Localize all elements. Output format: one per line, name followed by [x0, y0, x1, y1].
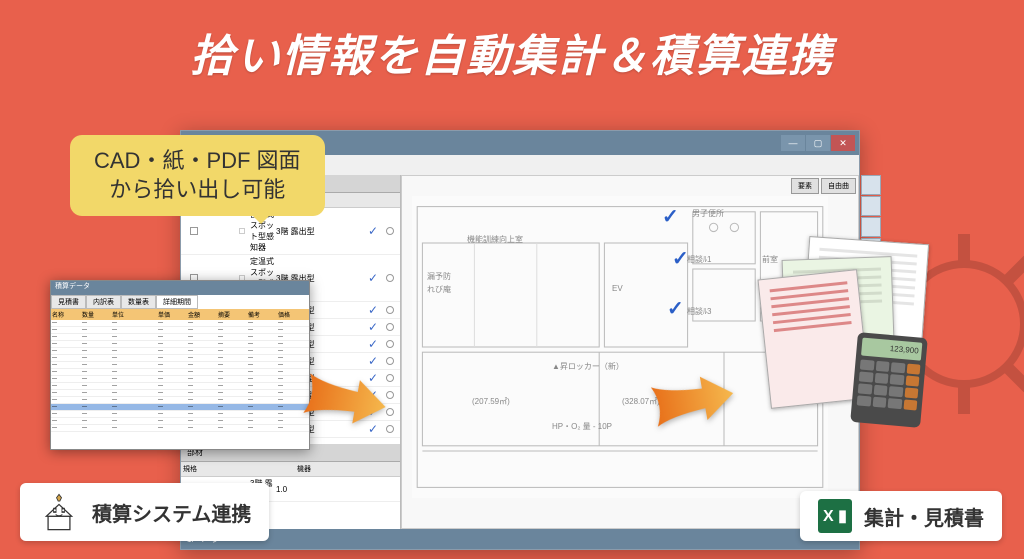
bubble-line2: から拾い出し可能 — [94, 176, 301, 205]
statusbar: 1: ページ — [181, 529, 859, 549]
table-row[interactable]: ———————— — [51, 327, 309, 334]
room-label-1: 機能訓練向上室 — [467, 234, 523, 245]
close-button[interactable]: ✕ — [831, 135, 855, 151]
table-row[interactable]: ———————— — [51, 411, 309, 418]
room-label-8: ▲昇ロッカー（新） — [552, 361, 624, 372]
tab-quantity[interactable]: 数量表 — [121, 295, 156, 309]
table-row[interactable]: ———————— — [51, 397, 309, 404]
arrow-left-icon — [294, 363, 395, 452]
table-row[interactable]: ———————— — [51, 376, 309, 383]
toolbar-element[interactable]: 要素 — [791, 178, 819, 194]
badge-right-label: 集計・見積書 — [864, 502, 984, 531]
mascot-icon — [38, 491, 80, 533]
badge-estimate-link: 積算システム連携 — [20, 483, 269, 541]
area-label-1: (207.59㎡) — [472, 396, 510, 407]
table-row[interactable]: ———————— — [51, 369, 309, 376]
arrow-right-icon — [644, 363, 745, 452]
minimize-button[interactable]: — — [781, 135, 805, 151]
maximize-button[interactable]: ▢ — [806, 135, 830, 151]
tool-button[interactable] — [861, 196, 881, 216]
toolbar-freecurve[interactable]: 自由曲 — [821, 178, 856, 194]
table-row[interactable]: ———————— — [51, 348, 309, 355]
tab-detail[interactable]: 詳細期間 — [156, 295, 198, 309]
table-row[interactable]: ———————— — [51, 334, 309, 341]
tab-breakdown[interactable]: 内訳表 — [86, 295, 121, 309]
checkmark-icon: ✓ — [667, 296, 684, 321]
tab-estimate[interactable]: 見積書 — [51, 295, 86, 309]
room-label-5: 相談ﾙ3 — [687, 306, 711, 317]
calculator-icon: 123,900 — [850, 332, 928, 428]
badge-excel: X ▮ 集計・見積書 — [800, 491, 1002, 541]
calc-display: 123,900 — [861, 338, 922, 361]
speech-bubble: CAD・紙・PDF 図面 から拾い出し可能 — [70, 135, 325, 216]
checkmark-icon: ✓ — [662, 204, 679, 229]
table-row[interactable]: ———————— — [51, 355, 309, 362]
estimate-cols: 名称数量単位単価金額摘要備考価格 — [51, 309, 309, 320]
badge-left-label: 積算システム連携 — [92, 498, 251, 527]
room-label-3: 漏予防 — [427, 271, 451, 282]
panel-bottom-cols: 規格 機器 — [181, 462, 400, 477]
estimate-title: 積算データ — [51, 281, 309, 295]
headline: 拾い情報を自動集計＆積算連携 — [0, 20, 1024, 84]
tool-button[interactable] — [861, 217, 881, 237]
table-row[interactable]: ———————— — [51, 418, 309, 425]
bottom-label: HP・O₂ 量 - 10P — [552, 421, 612, 432]
room-label-3b: れび庵 — [427, 284, 451, 295]
room-label-4: 相談ﾙ1 — [687, 254, 711, 265]
table-row[interactable]: ———————— — [51, 341, 309, 348]
table-row[interactable]: ———————— — [51, 320, 309, 327]
estimate-window: 積算データ 見積書 内訳表 数量表 詳細期間 名称数量単位単価金額摘要備考価格 … — [50, 280, 310, 450]
table-row[interactable]: ———————— — [51, 425, 309, 432]
tool-button[interactable] — [861, 175, 881, 195]
room-label-ev: EV — [612, 284, 623, 293]
checkmark-icon: ✓ — [672, 246, 689, 271]
room-label-6: 男子便所 — [692, 208, 724, 219]
excel-icon: X ▮ — [818, 499, 852, 533]
table-row[interactable]: ———————— — [51, 383, 309, 390]
bubble-line1: CAD・紙・PDF 図面 — [94, 147, 301, 176]
table-row[interactable]: ———————— — [51, 362, 309, 369]
document-stack: 123,900 — [724, 240, 954, 420]
table-row[interactable]: ———————— — [51, 404, 309, 411]
table-row[interactable]: ———————— — [51, 390, 309, 397]
